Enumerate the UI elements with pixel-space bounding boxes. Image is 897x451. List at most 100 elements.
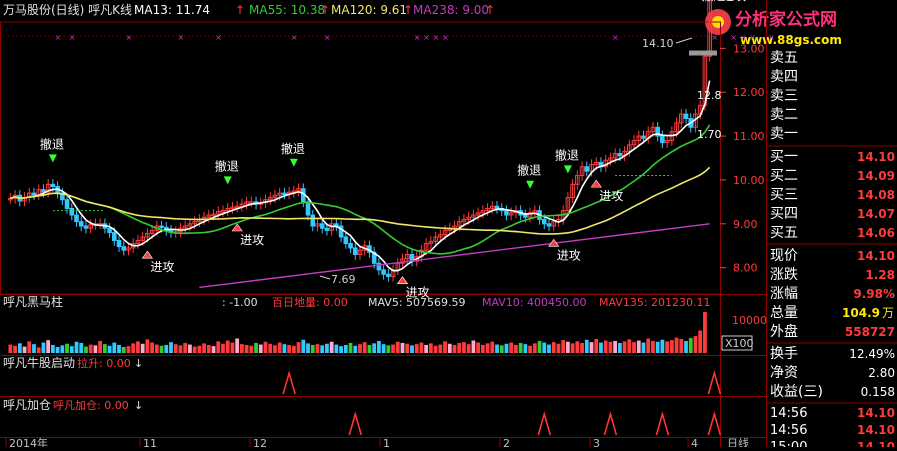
period-marker: ×	[711, 33, 718, 42]
stat-value: 0.158	[861, 385, 895, 399]
volume-bar	[173, 344, 178, 353]
date-label: 3	[593, 437, 600, 447]
quote-label: 涨幅	[770, 286, 798, 302]
volume-bar	[476, 342, 481, 353]
volume-bar	[88, 344, 93, 353]
panel-frames	[0, 0, 767, 447]
candle-body	[494, 205, 500, 209]
add-position-spike	[655, 411, 670, 436]
current-price-tag: 12.8	[697, 89, 722, 102]
candle-body	[121, 246, 127, 251]
buy-level-label: 买三	[770, 187, 798, 203]
signal2-arrow: ↓	[134, 399, 143, 412]
volume-bar	[655, 341, 660, 353]
volume-bar	[622, 341, 627, 353]
volume-bar	[107, 345, 112, 353]
quote-value: 1.28	[865, 268, 895, 282]
volume-bar	[405, 343, 410, 353]
period-label: 日线	[727, 436, 749, 447]
buy-level-price: 14.06	[857, 226, 895, 240]
buy-level-price: 14.07	[857, 207, 895, 221]
volume-bar	[528, 345, 532, 353]
quote-label: 涨跌	[770, 267, 798, 283]
period-marker: ×	[423, 33, 430, 42]
candle-body	[282, 192, 287, 196]
sell-level-label: 卖二	[770, 107, 798, 123]
period-marker: ×	[177, 33, 184, 42]
volume-bar	[684, 340, 688, 353]
candle-body	[381, 269, 386, 275]
volume-bar	[301, 339, 306, 353]
attack-label: 进攻	[150, 260, 174, 274]
volume-bar	[277, 342, 282, 353]
volume-bar	[329, 341, 334, 353]
trade-signals: 撤退撤退撤退撤退撤退撤退进攻进攻进攻进攻进攻进攻	[40, 0, 746, 300]
volume-bar	[627, 339, 632, 353]
stat-value: 12.49%	[849, 347, 895, 361]
volume-bar	[617, 342, 622, 353]
price-tick-label: 8.00	[733, 262, 758, 275]
volume-bar	[372, 343, 377, 353]
candle-body	[83, 225, 89, 229]
period-marker: ×	[125, 33, 132, 42]
volume-bar	[556, 343, 561, 353]
volume-bar	[258, 344, 263, 353]
retreat-label: 撤退	[281, 141, 305, 156]
volume-bar	[410, 345, 414, 353]
volume-bar	[273, 345, 277, 353]
volume-bar	[55, 346, 60, 353]
volume-bar	[13, 345, 17, 353]
candle-body	[641, 135, 646, 139]
quote-value: 9.98%	[853, 287, 895, 301]
stock-chart-window: 万马股份(日线) 呼凡K线 MA13: 11.74 ↑ MA55: 10.38 …	[0, 0, 897, 451]
stat-label: 收益(三)	[770, 384, 823, 400]
volume-bar	[230, 342, 235, 353]
volume-bar	[197, 345, 202, 353]
volume-bar	[462, 342, 466, 353]
date-label: 4	[691, 437, 698, 447]
volume-bar	[254, 342, 258, 353]
candle-body	[74, 214, 79, 223]
mav10-label: MAV10: 400450.00	[482, 296, 587, 309]
volume-bar	[466, 344, 471, 353]
chart-title: 万马股份(日线) 呼凡K线	[3, 3, 132, 17]
mav5-label: MAV5: 507569.59	[368, 296, 466, 309]
volume-bar	[121, 346, 126, 353]
add-position-spike	[537, 411, 552, 436]
volume-bar	[358, 344, 362, 353]
candle-body	[504, 210, 509, 216]
buy-level-label: 买一	[770, 149, 798, 165]
volume-bar	[334, 344, 339, 353]
mav135-label: MAV135: 201230.11	[599, 296, 711, 309]
volume-bar	[98, 340, 103, 353]
low-price-pointer	[319, 275, 331, 280]
volume-bar	[551, 342, 556, 353]
signal1-spikes	[282, 370, 722, 395]
volume-bar	[608, 341, 613, 353]
quote-sidebar: 卖五卖四卖三卖二卖一买一 14.10 买二 14.09 买三 14.08 买四 14.07 买五…	[767, 50, 897, 451]
volume-bar	[547, 344, 551, 353]
volume-bar	[447, 343, 452, 353]
candle-body	[107, 227, 112, 234]
date-label: 11	[143, 437, 157, 447]
volume-bar	[443, 341, 447, 353]
period-marker: ×	[730, 33, 737, 42]
brand-name: 分析家公式网	[735, 9, 837, 30]
candle-body	[159, 225, 164, 228]
volume-bar	[150, 342, 154, 353]
attack-arrow-icon	[396, 276, 409, 284]
volume-bar	[414, 344, 419, 353]
retreat-arrow-icon	[289, 158, 298, 167]
buy-level-label: 买五	[770, 225, 798, 241]
volume-bars	[8, 312, 707, 353]
candle-body	[617, 153, 623, 157]
launch-spike	[707, 370, 722, 395]
sell-level-label: 卖三	[770, 88, 798, 104]
volume-bar	[381, 344, 386, 353]
candle-body	[343, 236, 349, 245]
date-label: 1	[383, 437, 390, 447]
volume-bar	[102, 344, 107, 353]
candle-body	[546, 223, 552, 227]
attack-arrow-icon	[590, 179, 602, 188]
signal1-title: 呼凡牛股启动	[3, 355, 75, 370]
